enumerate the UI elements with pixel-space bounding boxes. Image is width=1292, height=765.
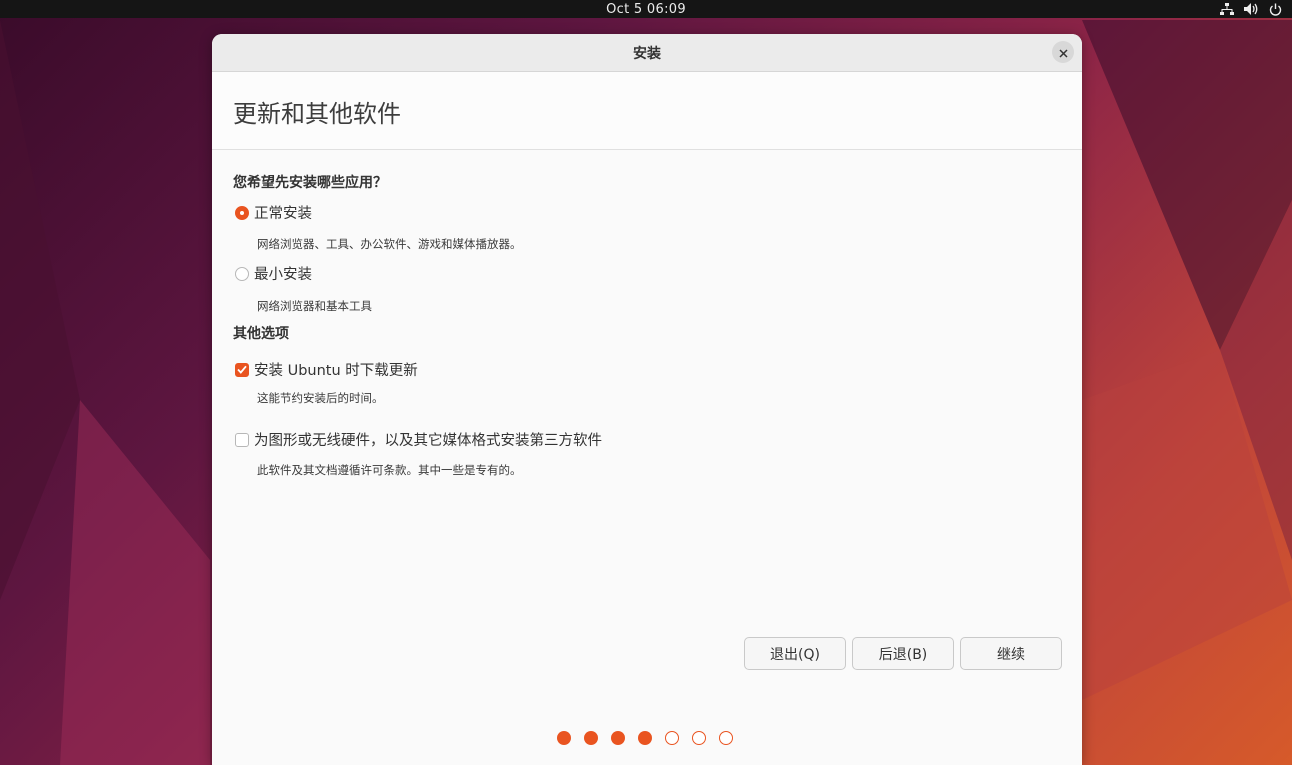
progress-dot [557, 731, 571, 745]
progress-dots [557, 731, 733, 745]
third-party-software-description: 此软件及其文档遵循许可条款。其中一些是专有的。 [257, 463, 522, 477]
other-options-title: 其他选项 [233, 326, 289, 342]
third-party-software-checkbox[interactable]: 为图形或无线硬件，以及其它媒体格式安装第三方软件 [235, 429, 602, 450]
title-bar[interactable]: 安装 [212, 34, 1082, 72]
window-title: 安装 [633, 45, 661, 62]
download-updates-description: 这能节约安装后的时间。 [257, 391, 384, 405]
minimal-install-description: 网络浏览器和基本工具 [257, 299, 372, 313]
progress-dot [584, 731, 598, 745]
top-bar: Oct 5 06:09 [0, 0, 1292, 18]
minimal-install-radio[interactable]: 最小安装 [235, 263, 312, 284]
close-icon [1058, 43, 1068, 62]
close-button[interactable] [1052, 41, 1074, 63]
install-type-question: 您希望先安装哪些应用？ [233, 175, 387, 191]
third-party-software-label[interactable]: 为图形或无线硬件，以及其它媒体格式安装第三方软件 [254, 429, 602, 450]
normal-install-label[interactable]: 正常安装 [254, 202, 312, 223]
page-title: 更新和其他软件 [233, 100, 401, 128]
page-header: 更新和其他软件 [212, 72, 1082, 150]
download-updates-label[interactable]: 安装 Ubuntu 时下载更新 [254, 359, 418, 380]
normal-install-radio[interactable]: 正常安装 [235, 202, 312, 223]
checkbox-unchecked-icon[interactable] [235, 432, 249, 447]
radio-unselected-icon[interactable] [235, 266, 249, 281]
checkbox-checked-icon[interactable] [235, 362, 249, 377]
quit-button[interactable]: 退出(Q) [744, 637, 846, 670]
progress-dot [665, 731, 679, 745]
minimal-install-label[interactable]: 最小安装 [254, 263, 312, 284]
normal-install-description: 网络浏览器、工具、办公软件、游戏和媒体播放器。 [257, 237, 522, 251]
volume-icon[interactable] [1244, 3, 1259, 15]
progress-dot [638, 731, 652, 745]
clock[interactable]: Oct 5 06:09 [606, 2, 686, 17]
progress-dot [719, 731, 733, 745]
progress-dot [611, 731, 625, 745]
progress-dot [692, 731, 706, 745]
download-updates-checkbox[interactable]: 安装 Ubuntu 时下载更新 [235, 359, 418, 380]
system-tray[interactable] [1220, 0, 1282, 18]
back-button[interactable]: 后退(B) [852, 637, 954, 670]
continue-button[interactable]: 继续 [960, 637, 1062, 670]
radio-selected-icon[interactable] [235, 205, 249, 220]
power-icon[interactable] [1269, 3, 1282, 16]
installer-window: 安装 更新和其他软件 您希望先安装哪些应用？ 正常安装 网络浏览器、工具、办公软… [212, 34, 1082, 765]
network-wired-icon[interactable] [1220, 3, 1234, 15]
